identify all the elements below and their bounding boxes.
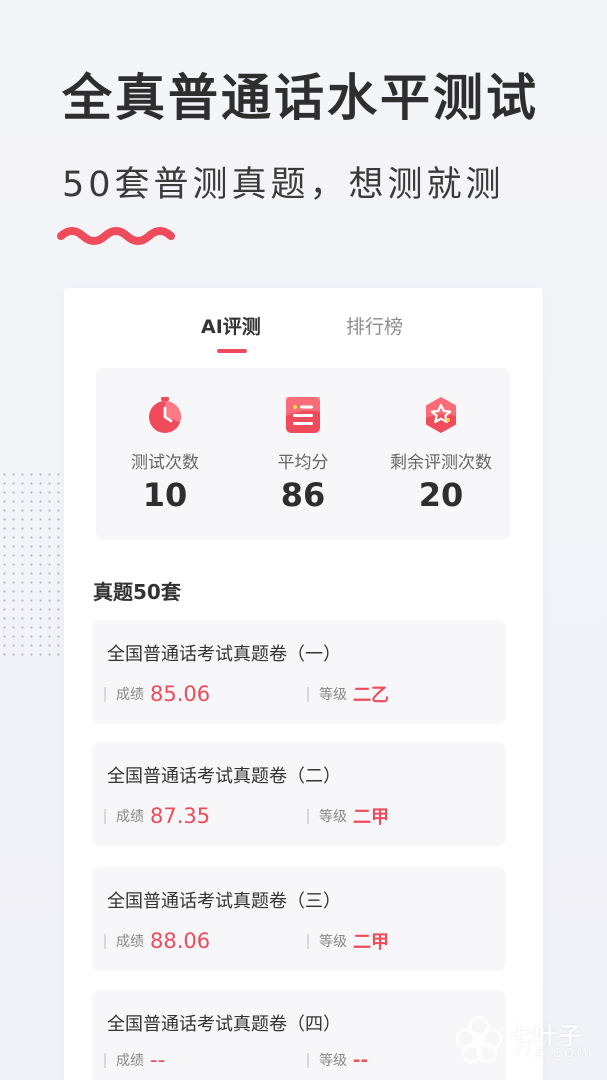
- level-value: 二甲: [353, 807, 389, 828]
- dot-pattern: [0, 470, 64, 660]
- tab-bar: AI评测 排行榜: [64, 312, 543, 362]
- exam-score: 成绩 --: [104, 1048, 165, 1072]
- exam-item[interactable]: 全国普通话考试真题卷（三） 成绩 88.06 等级 二甲: [92, 867, 506, 971]
- score-value: 85.06: [150, 682, 211, 706]
- level-value: 二乙: [353, 685, 389, 706]
- exam-score: 成绩 87.35: [104, 804, 210, 828]
- exam-score: 成绩 85.06: [104, 682, 210, 706]
- exam-level: 等级 二乙: [307, 682, 389, 706]
- score-label: 成绩: [116, 934, 144, 950]
- divider-bar: [307, 808, 309, 824]
- leaf-logo-icon: [455, 1015, 503, 1064]
- stat-value: 86: [280, 476, 326, 514]
- stat-remaining-evaluations: 剩余评测次数 20: [372, 368, 510, 540]
- exam-level: 等级 二甲: [307, 929, 389, 953]
- level-label: 等级: [319, 809, 347, 825]
- stat-label: 剩余评测次数: [390, 453, 492, 473]
- score-label: 成绩: [116, 809, 144, 825]
- divider-bar: [104, 808, 106, 824]
- divider-bar: [104, 686, 106, 702]
- divider-bar: [104, 933, 106, 949]
- wave-decoration-icon: [57, 227, 175, 245]
- score-label: 成绩: [116, 1053, 144, 1069]
- level-label: 等级: [319, 934, 347, 950]
- score-label: 成绩: [116, 687, 144, 703]
- level-label: 等级: [319, 1053, 347, 1069]
- section-title: 真题50套: [93, 580, 181, 604]
- watermark: 七叶子 7YZ.COM: [448, 1008, 598, 1068]
- exam-level: 等级 --: [307, 1048, 368, 1072]
- exam-level: 等级 二甲: [307, 804, 389, 828]
- divider-bar: [307, 933, 309, 949]
- stat-average-score: 平均分 86: [234, 368, 372, 540]
- level-value: --: [353, 1049, 368, 1071]
- stat-value: 10: [142, 476, 188, 514]
- score-value: 87.35: [150, 804, 211, 828]
- score-value: --: [150, 1048, 166, 1072]
- exam-score: 成绩 88.06: [104, 929, 210, 953]
- exam-item[interactable]: 全国普通话考试真题卷（一） 成绩 85.06 等级 二乙: [92, 620, 506, 724]
- tab-leaderboard[interactable]: 排行榜: [346, 312, 403, 339]
- level-label: 等级: [319, 687, 347, 703]
- stopwatch-icon: [149, 397, 181, 433]
- stat-value: 20: [418, 476, 464, 514]
- tab-ai-evaluation[interactable]: AI评测: [201, 312, 261, 339]
- exam-title: 全国普通话考试真题卷（四）: [107, 1014, 341, 1035]
- main-card: AI评测 排行榜 测试次数 10 平均分 86 剩余评测次数 20 真题50套 …: [64, 288, 543, 1080]
- notepad-icon: [286, 397, 320, 433]
- divider-bar: [307, 686, 309, 702]
- stat-label: 平均分: [277, 453, 329, 473]
- stat-label: 测试次数: [131, 453, 199, 473]
- stats-panel: 测试次数 10 平均分 86 剩余评测次数 20: [96, 368, 510, 540]
- level-value: 二甲: [353, 932, 389, 953]
- exam-title: 全国普通话考试真题卷（二）: [107, 766, 341, 787]
- hero-subtitle: 50套普测真题，想测就测: [62, 165, 505, 205]
- stat-test-count: 测试次数 10: [96, 368, 234, 540]
- divider-bar: [104, 1052, 106, 1068]
- hero-title: 全真普通话水平测试: [62, 69, 539, 127]
- exam-item[interactable]: 全国普通话考试真题卷（四） 成绩 -- 等级 --: [92, 990, 506, 1080]
- watermark-domain: 7YZ.COM: [514, 1046, 591, 1060]
- exam-item[interactable]: 全国普通话考试真题卷（二） 成绩 87.35 等级 二甲: [92, 742, 506, 846]
- exam-title: 全国普通话考试真题卷（三）: [107, 891, 341, 912]
- star-badge-icon: [426, 397, 456, 433]
- exam-title: 全国普通话考试真题卷（一）: [107, 644, 341, 665]
- active-tab-indicator: [217, 349, 247, 353]
- divider-bar: [307, 1052, 309, 1068]
- score-value: 88.06: [150, 929, 211, 953]
